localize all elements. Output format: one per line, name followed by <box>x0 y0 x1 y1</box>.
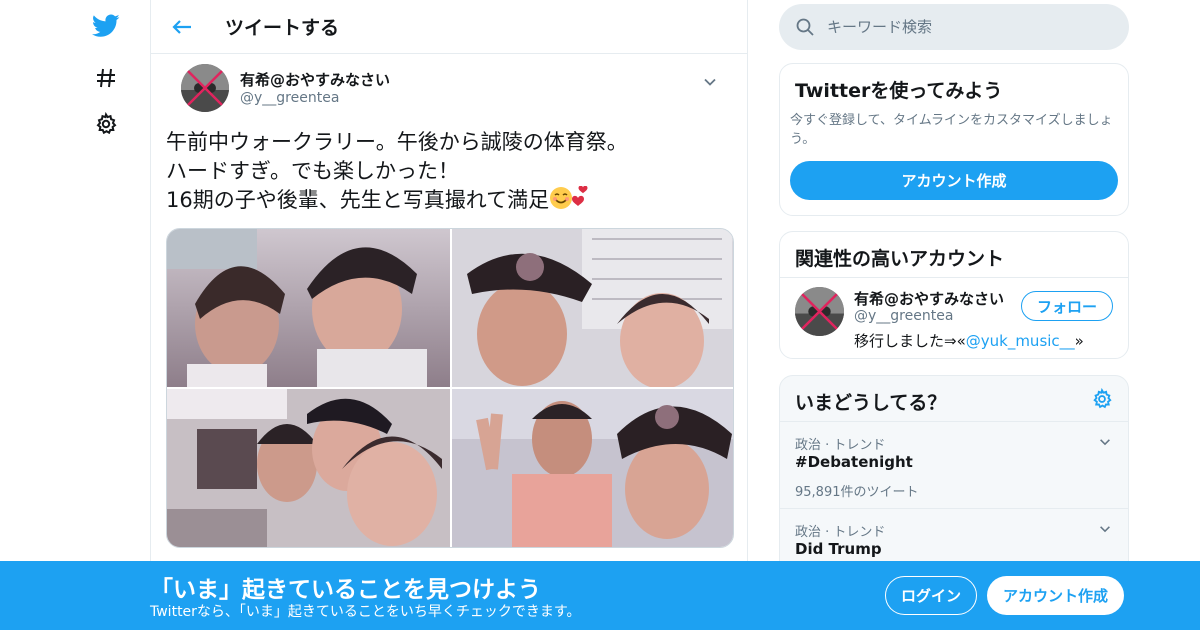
trends-card: いまどうしてる？ 政治 · トレンド #Debatenight 95,891件の… <box>779 375 1129 575</box>
trend-name[interactable]: #Debatenight <box>795 453 913 471</box>
tweet-line-text: 16期の子や後輩、先生と写真撮れて満足 <box>166 188 550 212</box>
follow-button[interactable]: フォロー <box>1021 291 1113 321</box>
search-input[interactable] <box>827 18 1107 36</box>
related-bio: 移行しました⇒«@yuk_music__» <box>854 330 1084 351</box>
page-title: ツイートする <box>225 17 340 39</box>
create-account-button[interactable]: アカウント作成 <box>790 161 1118 200</box>
chevron-down-icon[interactable] <box>1098 435 1112 449</box>
main-header: ツイートする <box>151 0 747 54</box>
avatar[interactable] <box>181 64 229 112</box>
gear-icon[interactable] <box>92 110 120 138</box>
left-nav <box>80 0 130 560</box>
photo-3[interactable] <box>167 389 450 547</box>
bio-link[interactable]: @yuk_music__ <box>966 332 1075 350</box>
trend-meta: 政治 · トレンド <box>795 438 886 453</box>
photo-2[interactable] <box>452 229 733 387</box>
tweet-line: 16期の子や後輩、先生と写真撮れて満足 <box>166 185 726 215</box>
author-handle[interactable]: @y__greentea <box>240 90 339 106</box>
back-button[interactable] <box>167 12 197 42</box>
tweet-text: 午前中ウォークラリー。午後から誠陵の体育祭。 ハードすぎ。でも楽しかった！ 16… <box>166 128 726 215</box>
gear-icon[interactable] <box>1091 387 1113 410</box>
signup-card: Twitterを使ってみよう 今すぐ登録して、タイムラインをカスタマイズしましょ… <box>779 63 1129 216</box>
photo-4[interactable] <box>452 389 733 547</box>
back-arrow-icon <box>172 19 191 34</box>
signup-banner: 「いま」起きていることを見つけよう Twitterなら、「いま」起きていることを… <box>0 561 1200 630</box>
trend-name[interactable]: Did Trump <box>795 540 882 558</box>
hashtag-icon[interactable] <box>92 64 120 92</box>
tweet-line: ハードすぎ。でも楽しかった！ <box>166 159 459 183</box>
smiling-face-icon <box>549 186 573 209</box>
trend-item[interactable]: 政治 · トレンド #Debatenight 95,891件のツイート <box>780 421 1128 508</box>
related-accounts-title: 関連性の高いアカウント <box>795 248 1005 270</box>
banner-create-account-button[interactable]: アカウント作成 <box>987 576 1124 615</box>
tweet-header: 有希@おやすみなさい @y__greentea <box>166 54 732 118</box>
tweet: 有希@おやすみなさい @y__greentea <box>151 54 747 118</box>
login-button[interactable]: ログイン <box>885 576 977 615</box>
related-handle[interactable]: @y__greentea <box>854 308 953 324</box>
twitter-logo-icon[interactable] <box>92 12 120 40</box>
signup-card-subtitle-line: 今すぐ登録して、タイムラインをカスタマイズしましょ <box>790 113 1113 128</box>
trend-meta: 政治 · トレンド <box>795 525 886 540</box>
bio-text: 移行しました⇒« <box>854 332 966 350</box>
chevron-down-icon[interactable] <box>702 74 718 90</box>
related-name[interactable]: 有希@おやすみなさい <box>854 288 1004 309</box>
photo-1[interactable] <box>167 229 450 387</box>
search-box[interactable] <box>779 4 1129 50</box>
search-icon <box>796 18 814 36</box>
trend-count: 95,891件のツイート <box>795 485 919 500</box>
signup-card-title: Twitterを使ってみよう <box>795 80 1003 102</box>
author-name[interactable]: 有希@おやすみなさい <box>240 69 390 90</box>
banner-subtitle: Twitterなら、「いま」起きていることをいち早くチェックできます。 <box>150 604 581 620</box>
banner-title: 「いま」起きていることを見つけよう <box>150 577 541 603</box>
trends-title: いまどうしてる？ <box>795 392 947 414</box>
divider <box>780 277 1128 278</box>
main-column: ツイートする 有希@おやすみなさい @y__greentea 午前中ウォークラリ… <box>150 0 748 630</box>
two-hearts-icon <box>571 185 593 208</box>
tweet-line: 午前中ウォークラリー。午後から誠陵の体育祭。 <box>166 130 628 154</box>
media-grid <box>166 228 734 548</box>
page: ツイートする 有希@おやすみなさい @y__greentea 午前中ウォークラリ… <box>0 0 1200 630</box>
signup-card-subtitle: 今すぐ登録して、タイムラインをカスタマイズしましょ う。 <box>780 103 1128 149</box>
related-avatar[interactable] <box>795 287 844 336</box>
related-accounts-card: 関連性の高いアカウント 有希@おやすみなさい @y__greentea フォロー… <box>779 231 1129 359</box>
chevron-down-icon[interactable] <box>1098 522 1112 536</box>
bio-text: » <box>1074 332 1084 350</box>
signup-card-subtitle-line: う。 <box>790 132 816 147</box>
